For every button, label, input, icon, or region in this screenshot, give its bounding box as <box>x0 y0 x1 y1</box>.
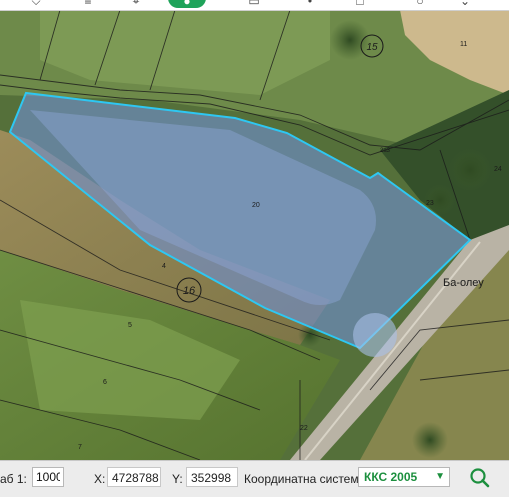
parcel-number-7: 7 <box>78 444 82 451</box>
scale-label: аб 1: <box>0 472 27 486</box>
parcel-number-22: 22 <box>300 425 308 432</box>
parcel-number-11: 11 <box>460 41 467 48</box>
target-icon[interactable]: ⌖ <box>126 0 146 8</box>
parcel-number-24: 24 <box>494 166 502 173</box>
search-icon <box>470 468 490 488</box>
book-open-icon[interactable]: □ <box>350 0 370 8</box>
tree-cluster <box>448 148 492 192</box>
x-label: X: <box>94 472 106 486</box>
parcel-number-23: 23 <box>426 200 434 207</box>
pin-icon[interactable]: ⌵ <box>26 0 46 8</box>
parcel-round-mark <box>353 313 397 357</box>
tools-icon[interactable]: ● <box>168 0 206 8</box>
crs-label: Координатна система: <box>244 472 369 486</box>
top-toolbar: ⌵ ≡ ⌖ ● ▭ • □ ○ ⌄ <box>0 0 509 11</box>
parcel-number-4: 4 <box>162 263 166 270</box>
search-button[interactable] <box>462 464 498 492</box>
parcel-number-20: 20 <box>252 202 260 209</box>
chevron-down-icon: ▼ <box>435 471 445 482</box>
road-label: Ба-олеу <box>443 277 484 289</box>
info-icon[interactable]: ○ <box>410 0 430 8</box>
scale-input[interactable] <box>32 467 64 487</box>
tree-cluster <box>412 422 448 458</box>
x-coordinate-value: 4728788 <box>107 467 161 487</box>
svg-text:16: 16 <box>183 285 196 297</box>
parcel-number-2a3: 2a3 <box>380 148 391 154</box>
map-canvas[interactable]: 20 4 5 6 7 11 24 22 23 2a3 16 15 Ба-олеу <box>0 0 509 460</box>
crs-value: ККС 2005 <box>364 470 418 484</box>
chevron-icon[interactable]: ⌄ <box>455 0 475 8</box>
parcel-number-6: 6 <box>103 379 107 386</box>
status-bar: аб 1: X: 4728788 Y: 352998 Координатна с… <box>0 460 509 497</box>
y-label: Y: <box>172 472 183 486</box>
y-coordinate-value: 352998 <box>186 467 238 487</box>
crs-select[interactable]: ККС 2005 ▼ <box>358 467 450 487</box>
svg-text:15: 15 <box>366 42 378 53</box>
info-icon[interactable]: • <box>300 0 320 8</box>
layers-add-icon[interactable]: ≡ <box>78 0 98 8</box>
parcel-number-5: 5 <box>128 322 132 329</box>
book-icon[interactable]: ▭ <box>244 0 264 8</box>
